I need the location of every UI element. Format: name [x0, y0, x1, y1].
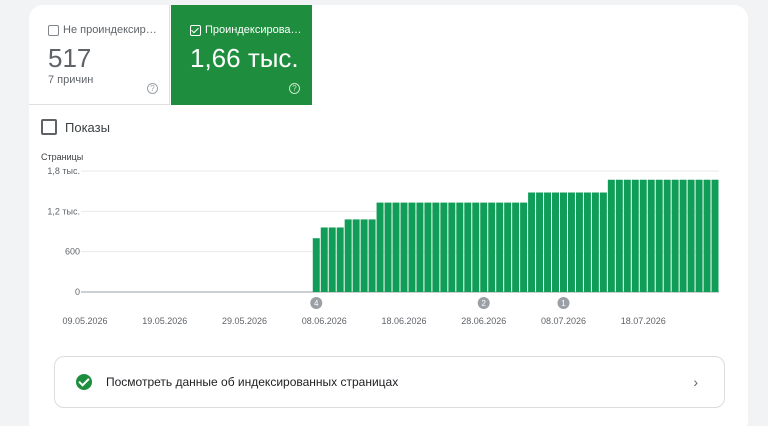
- not-indexed-label: Не проиндексир…: [63, 24, 157, 36]
- bar: [384, 202, 392, 292]
- index-report-card: Не проиндексир… 517 7 причин ? Проиндекс…: [29, 5, 748, 426]
- bar: [352, 219, 360, 292]
- not-indexed-reasons: 7 причин: [48, 74, 94, 86]
- bar: [456, 202, 464, 292]
- help-icon[interactable]: ?: [147, 83, 158, 94]
- bar: [328, 227, 336, 292]
- bar: [663, 179, 671, 292]
- bar: [583, 192, 591, 292]
- impressions-label: Показы: [65, 119, 110, 135]
- bar: [432, 202, 440, 292]
- y-tick-label: 1,8 тыс.: [47, 166, 80, 176]
- bar: [512, 202, 520, 292]
- bar: [639, 179, 647, 292]
- help-icon[interactable]: ?: [289, 83, 300, 94]
- bar: [488, 202, 496, 292]
- bar: [631, 179, 639, 292]
- bar: [464, 202, 472, 292]
- x-tick-label: 19.05.2026: [142, 316, 187, 326]
- bar: [560, 192, 567, 292]
- bar: [695, 179, 703, 292]
- y-tick-label: 600: [65, 247, 80, 257]
- x-tick-label: 18.07.2026: [621, 316, 666, 326]
- x-tick-label: 29.05.2026: [222, 316, 267, 326]
- bar: [312, 238, 320, 292]
- indexed-checkbox[interactable]: [190, 25, 201, 36]
- y-tick-label: 1,2 тыс.: [47, 206, 80, 216]
- impressions-toggle[interactable]: Показы: [41, 119, 110, 135]
- bar: [376, 202, 384, 292]
- bar: [496, 202, 504, 292]
- bar: [448, 202, 456, 292]
- bar: [711, 179, 719, 292]
- bar: [472, 202, 480, 292]
- bar: [336, 227, 344, 292]
- indexed-label: Проиндексирова…: [205, 24, 301, 36]
- x-tick-label: 08.07.2026: [541, 316, 586, 326]
- indexed-count: 1,66 тыс.: [190, 43, 299, 73]
- check-circle-icon: [76, 374, 92, 390]
- not-indexed-count: 517: [48, 43, 92, 73]
- bar: [647, 179, 655, 292]
- bar: [520, 202, 528, 292]
- bar: [687, 179, 695, 292]
- x-tick-label: 08.06.2026: [302, 316, 347, 326]
- bar: [392, 202, 400, 292]
- x-tick-label: 18.06.2026: [381, 316, 426, 326]
- x-tick-label: 28.06.2026: [461, 316, 506, 326]
- bar: [655, 179, 663, 292]
- indexed-pages-chart: Страницы 0 600 1,2 тыс. 1,8 тыс. 09.05.2026 19…: [41, 152, 719, 326]
- bar: [344, 219, 352, 292]
- bar: [368, 219, 376, 292]
- bar: [623, 179, 631, 292]
- bar: [552, 192, 559, 292]
- y-axis-title: Страницы: [41, 152, 83, 162]
- bar: [400, 202, 408, 292]
- x-tick-label: 09.05.2026: [62, 316, 107, 326]
- bar: [591, 192, 599, 292]
- y-tick-label: 0: [75, 287, 80, 297]
- bar: [679, 179, 687, 292]
- bar: [360, 219, 368, 292]
- bar: [320, 227, 328, 292]
- bar: [615, 179, 623, 292]
- view-indexed-pages-label: Посмотреть данные об индексированных стр…: [106, 375, 399, 389]
- bar: [424, 202, 432, 292]
- bar: [440, 202, 448, 292]
- bar: [528, 192, 536, 292]
- bar: [408, 202, 416, 292]
- annotation-label: 1: [561, 299, 566, 308]
- bar: [575, 192, 583, 292]
- chevron-right-icon: ›: [693, 374, 698, 390]
- not-indexed-tile[interactable]: Не проиндексир… 517 7 причин ?: [29, 5, 170, 105]
- bar: [480, 202, 488, 292]
- not-indexed-checkbox[interactable]: [48, 25, 59, 36]
- bar: [504, 202, 512, 292]
- impressions-checkbox[interactable]: [41, 119, 57, 135]
- bar: [599, 192, 607, 292]
- bar: [671, 179, 679, 292]
- bar: [544, 192, 552, 292]
- indexed-tile[interactable]: Проиндексирова… 1,66 тыс. ?: [171, 5, 312, 105]
- view-indexed-pages-button[interactable]: Посмотреть данные об индексированных стр…: [54, 356, 725, 408]
- bar: [567, 192, 575, 292]
- annotation-label: 2: [482, 299, 487, 308]
- annotation-label: 4: [314, 299, 319, 308]
- bar: [416, 202, 424, 292]
- bar: [607, 179, 615, 292]
- bar: [703, 179, 711, 292]
- bar: [536, 192, 544, 292]
